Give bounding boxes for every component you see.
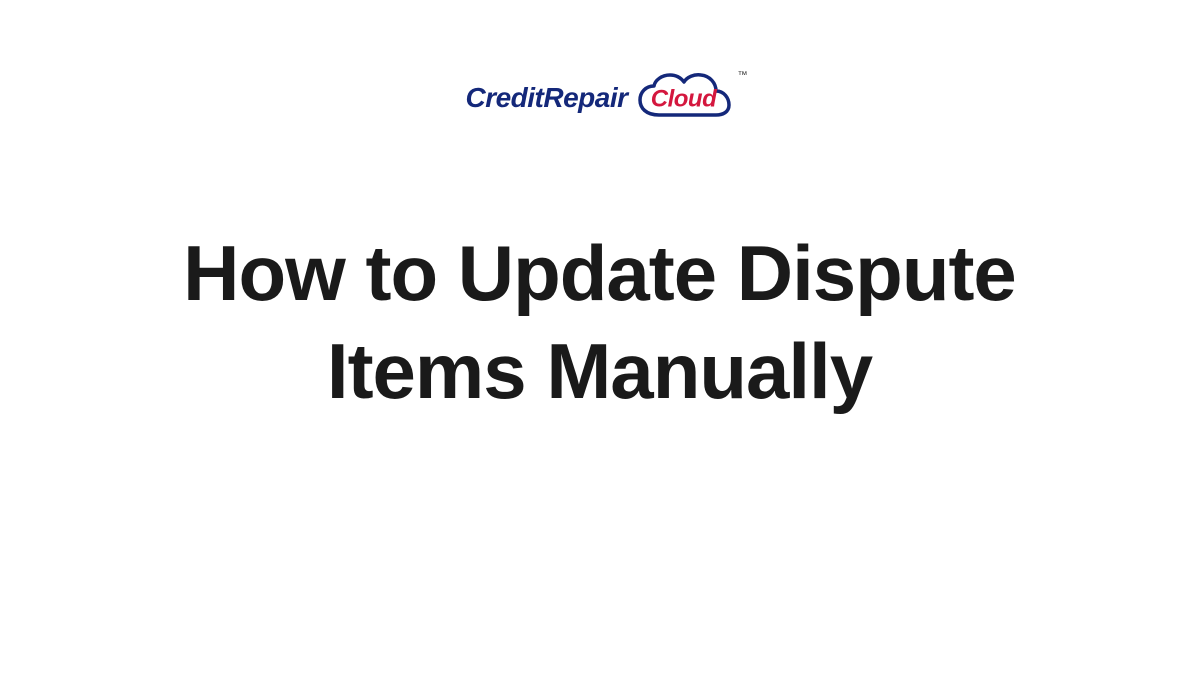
logo-text-creditrepair: CreditRepair bbox=[465, 82, 627, 114]
logo: CreditRepair Cloud ™ bbox=[465, 70, 733, 125]
logo-cloud-wrapper: Cloud ™ bbox=[634, 70, 734, 125]
page-title: How to Update Dispute Items Manually bbox=[75, 225, 1125, 420]
trademark-symbol: ™ bbox=[738, 70, 748, 81]
logo-text-cloud: Cloud bbox=[651, 85, 716, 113]
